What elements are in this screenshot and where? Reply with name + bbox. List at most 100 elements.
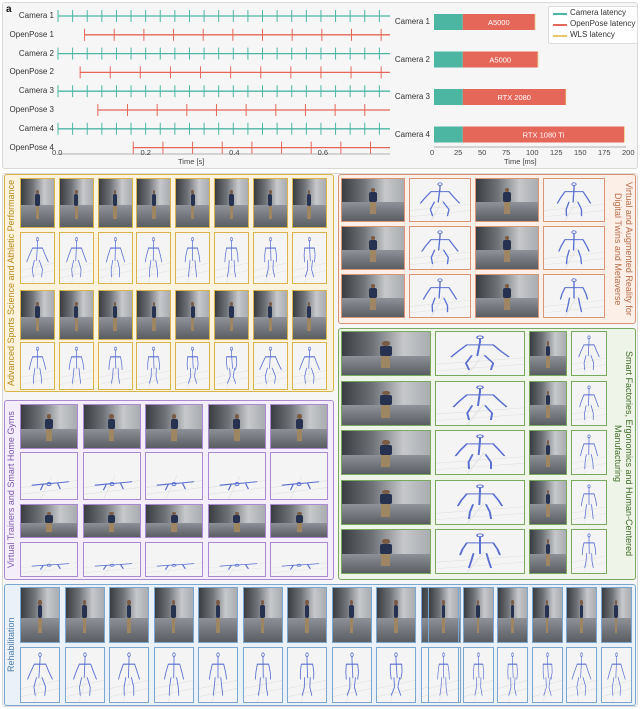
skeleton-pose	[26, 239, 49, 278]
skeleton-render	[252, 342, 288, 390]
section-factory-title: Smart Factories, Ergonomics and Human-Ce…	[613, 351, 634, 557]
skeleton-pose	[145, 239, 163, 278]
skeleton-pose	[542, 655, 552, 696]
section-vr-title: Virtual and Augmented Reality for Digita…	[613, 182, 634, 316]
latency-x-tick-label: 25	[454, 148, 463, 157]
motion-capture-photo	[242, 587, 283, 643]
skeleton-pose	[419, 184, 461, 217]
motion-capture-photo	[20, 404, 78, 449]
motion-capture-photo	[214, 178, 249, 228]
skeleton-pose	[108, 349, 123, 384]
motion-capture-photo	[97, 290, 133, 340]
timeline-row-label: Camera 4	[18, 123, 54, 133]
skeleton-render	[20, 232, 55, 284]
skeleton-pose	[580, 436, 598, 470]
timeline-x-tick-label: 0.6	[317, 148, 329, 157]
skeleton-pose	[606, 655, 626, 696]
skeleton-render	[207, 452, 266, 500]
skeleton-render	[571, 479, 607, 525]
skeleton-render	[571, 430, 607, 475]
motion-capture-photo	[252, 178, 288, 228]
skeleton-render	[153, 647, 194, 703]
motion-capture-photo	[529, 479, 567, 525]
motion-capture-photo	[109, 587, 149, 643]
latency-x-tick-label: 200	[622, 148, 635, 157]
timeline-row-label: OpenPose 1	[9, 29, 54, 39]
latency-bar-gpu-label: RTX 1080 Ti	[523, 131, 565, 140]
skeleton-render	[136, 232, 172, 284]
section-sports-title: Advanced Sports Science and Athletic Per…	[6, 179, 16, 387]
skeleton-pose	[105, 239, 125, 278]
latency-category-label: Camera 1	[394, 17, 430, 26]
motion-capture-photo	[529, 529, 567, 574]
skeleton-render	[435, 331, 525, 376]
skeleton-pose	[452, 387, 508, 420]
motion-capture-photo	[145, 404, 204, 449]
skeleton-render	[287, 647, 327, 703]
motion-capture-photo	[20, 178, 55, 228]
skeleton-render	[20, 452, 78, 500]
skeleton-pose	[184, 239, 201, 278]
motion-capture-photo	[20, 290, 55, 340]
motion-capture-photo	[82, 404, 141, 449]
skeleton-pose	[421, 232, 459, 265]
skeleton-render	[207, 542, 266, 577]
motion-capture-photo	[58, 290, 94, 340]
latency-category-label: Camera 3	[394, 92, 430, 101]
skeleton-render	[242, 647, 283, 703]
skeleton-pose	[163, 655, 184, 696]
skeleton-render	[214, 232, 249, 284]
motion-capture-photo	[145, 504, 204, 538]
skeleton-pose	[580, 486, 598, 519]
motion-capture-photo	[58, 178, 94, 228]
motion-capture-photo	[287, 587, 327, 643]
skeleton-render	[291, 232, 327, 284]
motion-capture-photo	[475, 178, 539, 222]
motion-capture-photo	[175, 290, 211, 340]
timeline-row-label: OpenPose 4	[9, 142, 54, 152]
skeleton-pose	[472, 655, 484, 696]
skeleton-render	[252, 232, 288, 284]
skeleton-render	[571, 380, 607, 426]
legend-swatch-openpose	[553, 24, 567, 26]
skeleton-pose	[118, 655, 140, 696]
motion-capture-photo	[331, 587, 372, 643]
skeleton-render	[543, 274, 605, 318]
skeleton-render	[543, 178, 605, 222]
motion-capture-photo	[207, 404, 266, 449]
skeleton-render	[97, 342, 133, 390]
skeleton-render	[435, 529, 525, 574]
timeline-x-tick-label: 0.4	[229, 148, 240, 157]
timeline-row-label: Camera 2	[18, 48, 54, 58]
skeleton-pose	[437, 655, 450, 696]
latency-bar-segment	[434, 14, 463, 30]
legend-swatch-wls	[553, 35, 567, 37]
latency-x-tick-label: 150	[574, 148, 587, 157]
motion-capture-photo	[428, 587, 459, 643]
skeleton-pose	[559, 280, 589, 313]
skeleton-pose	[186, 349, 199, 384]
motion-capture-photo	[600, 587, 632, 643]
skeleton-render	[270, 542, 329, 577]
timeline-x-label: Time [s]	[178, 157, 205, 166]
skeleton-render	[435, 430, 525, 475]
motion-capture-photo	[566, 587, 597, 643]
motion-capture-photo	[376, 587, 416, 643]
skeleton-render	[331, 647, 372, 703]
motion-capture-photo	[20, 504, 78, 538]
motion-capture-photo	[64, 587, 105, 643]
motion-capture-photo	[198, 587, 238, 643]
skeleton-render	[566, 647, 597, 703]
skeleton-pose	[209, 655, 227, 696]
section-trainer-title: Virtual Trainers and Smart Home Gyms	[6, 411, 16, 569]
latency-bar-gpu-label: RTX 2080	[497, 93, 531, 102]
skeleton-render	[571, 331, 607, 376]
motion-capture-photo	[214, 290, 249, 340]
timeline-row-label: OpenPose 3	[9, 105, 54, 114]
skeleton-render	[58, 232, 94, 284]
section-rehab-title: Rehabilitation	[6, 617, 16, 673]
skeleton-pose	[459, 535, 501, 569]
skeleton-render	[543, 226, 605, 270]
motion-capture-photo	[97, 178, 133, 228]
skeleton-pose	[457, 486, 503, 519]
